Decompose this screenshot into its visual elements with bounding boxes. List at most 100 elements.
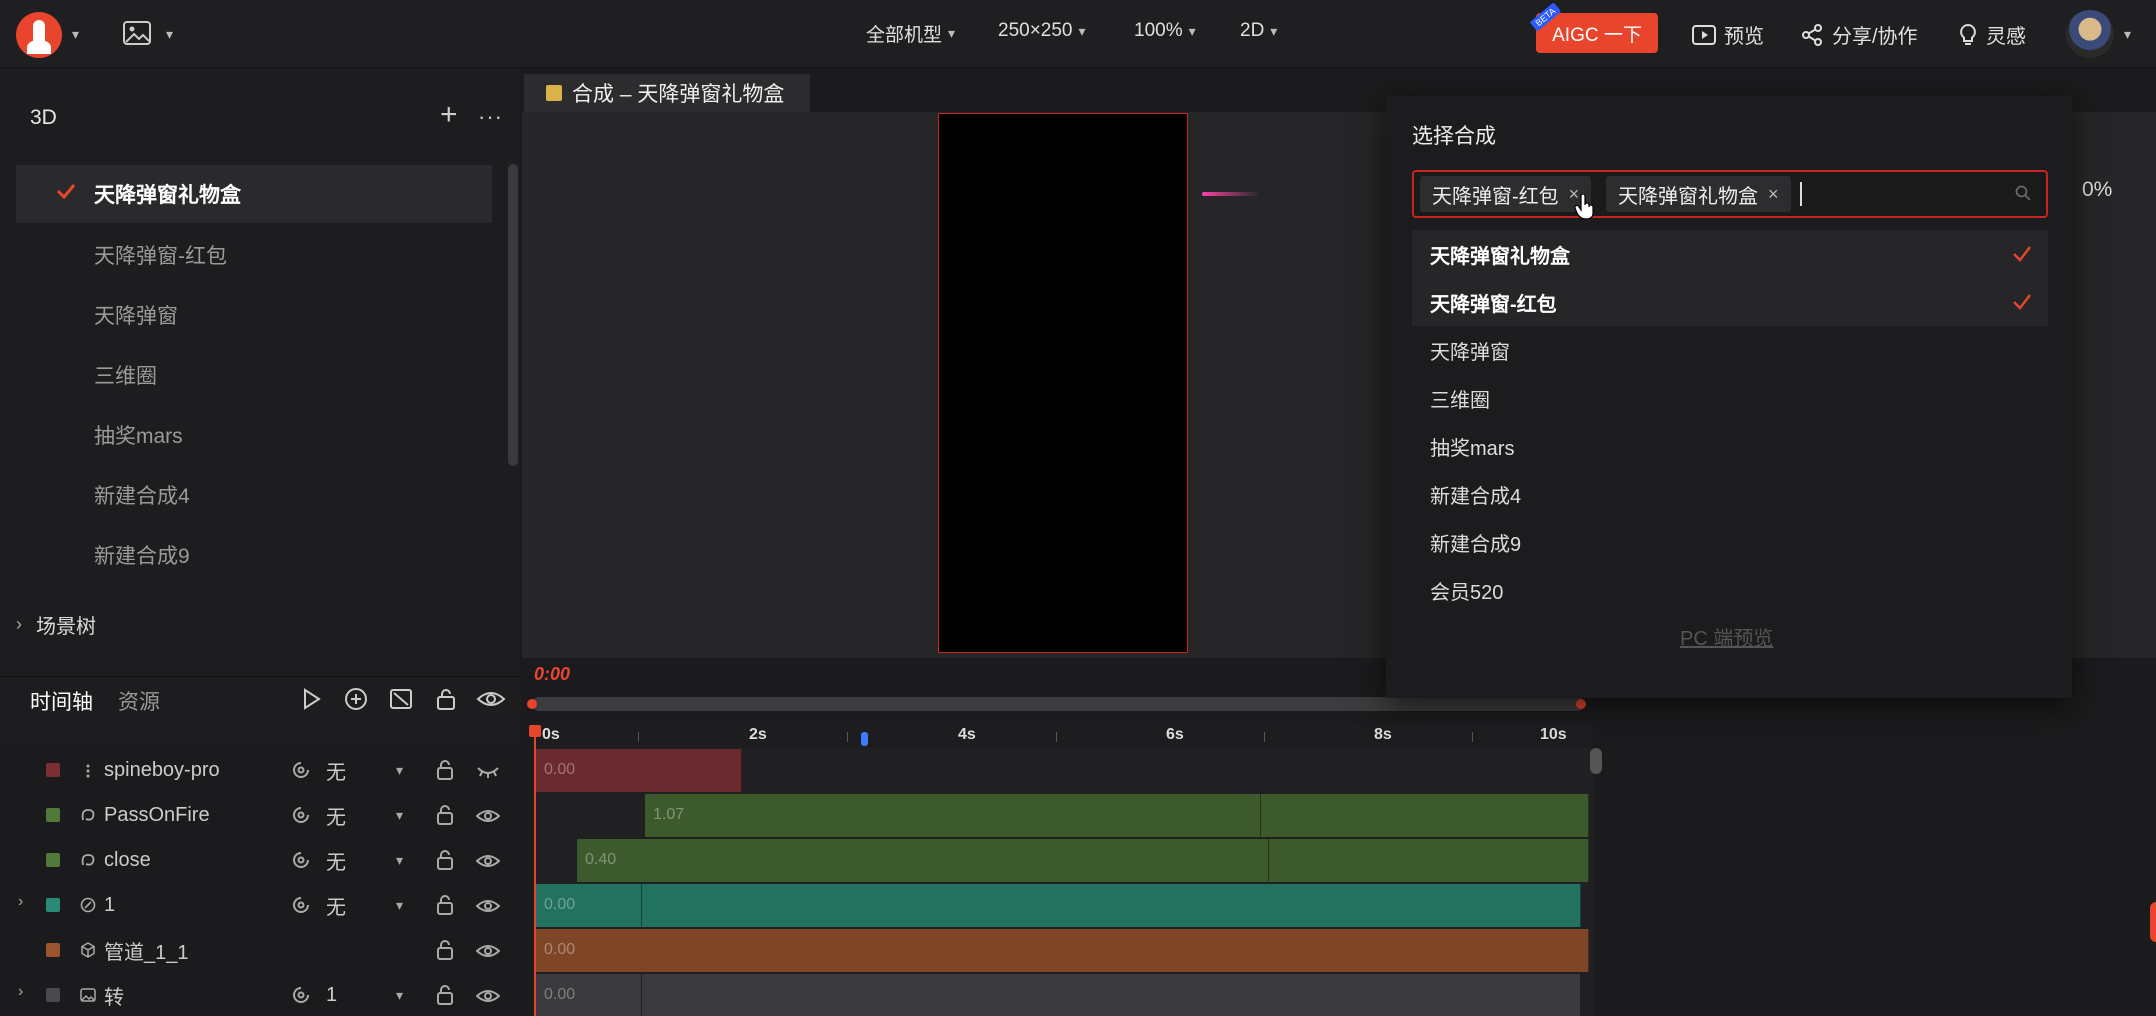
eye-icon[interactable]: [476, 942, 500, 960]
timeline-clip[interactable]: 0.00: [536, 929, 1589, 972]
chevron-down-icon: ▾: [1270, 22, 1278, 39]
chevron-down-icon[interactable]: ▾: [166, 26, 173, 43]
composition-option[interactable]: 新建合成4: [1412, 470, 2048, 518]
timeline-clip[interactable]: 1.07: [645, 794, 1261, 837]
chevron-down-icon[interactable]: ▾: [2124, 26, 2131, 43]
timeline-clip-tail[interactable]: [642, 884, 1581, 927]
lock-icon[interactable]: [433, 686, 459, 712]
timeline-clip-tail[interactable]: [1261, 794, 1589, 837]
chevron-down-icon[interactable]: ▾: [396, 897, 403, 914]
loop-icon: [293, 852, 309, 868]
time-scrubber[interactable]: [532, 697, 1584, 711]
playhead[interactable]: [534, 728, 536, 1016]
play-icon[interactable]: [298, 686, 324, 712]
play-box-icon: [1692, 24, 1716, 45]
tab-timeline[interactable]: 时间轴: [30, 686, 93, 716]
track-row[interactable]: › 转 1 ▾: [0, 973, 522, 1016]
stage-frame[interactable]: [938, 113, 1188, 653]
add-circle-icon[interactable]: [343, 686, 369, 712]
timeline-clip-tail[interactable]: [642, 974, 1581, 1016]
track-row[interactable]: spineboy-pro 无 ▾: [0, 748, 522, 793]
track-name: 管道_1_1: [104, 942, 189, 964]
composition-option[interactable]: 天降弹窗-红包: [1412, 278, 2048, 326]
chevron-down-icon[interactable]: ▾: [72, 26, 79, 43]
eye-closed-icon[interactable]: [476, 762, 500, 780]
pc-preview-link[interactable]: PC 端预览: [1680, 622, 1773, 651]
eye-icon[interactable]: [476, 987, 500, 1005]
track-row[interactable]: PassOnFire 无 ▾: [0, 793, 522, 838]
composition-tab[interactable]: 合成 – 天降弹窗礼物盒: [524, 74, 810, 112]
chevron-right-icon[interactable]: ›: [18, 983, 23, 1001]
composition-option[interactable]: 新建合成9: [1412, 518, 2048, 566]
selected-chip[interactable]: 天降弹窗-红包 ×: [1420, 176, 1592, 212]
tab-assets[interactable]: 资源: [118, 686, 160, 716]
avatar[interactable]: [2066, 10, 2114, 58]
eye-icon[interactable]: [476, 852, 500, 870]
zoom-menu[interactable]: 100% ▾: [1134, 20, 1196, 42]
composition-option[interactable]: 天降弹窗: [1412, 326, 2048, 374]
side-handle[interactable]: [2150, 902, 2156, 942]
aigc-button[interactable]: BETA AIGC 一下: [1529, 2, 1658, 53]
composition-item[interactable]: 天降弹窗礼物盒: [16, 165, 492, 223]
track-row[interactable]: close 无 ▾: [0, 838, 522, 883]
composition-item[interactable]: 天降弹窗: [16, 286, 492, 344]
lock-icon[interactable]: [436, 850, 454, 870]
add-icon[interactable]: +: [440, 100, 458, 130]
image-icon[interactable]: [122, 20, 152, 46]
time-ruler[interactable]: [534, 722, 1594, 748]
mode-menu[interactable]: 2D ▾: [1240, 20, 1277, 42]
eye-icon[interactable]: [476, 686, 506, 712]
composition-item[interactable]: 天降弹窗-红包: [16, 226, 492, 284]
loop-icon: [293, 762, 309, 778]
lock-icon[interactable]: [436, 805, 454, 825]
eye-icon[interactable]: [476, 807, 500, 825]
device-menu[interactable]: 全部机型 ▾: [866, 20, 955, 47]
timeline-scrollbar[interactable]: [1590, 748, 1602, 774]
timeline-clip[interactable]: 0.00: [536, 884, 642, 927]
search-icon[interactable]: [2014, 184, 2032, 202]
timeline-clip-tail[interactable]: [1269, 839, 1589, 882]
chevron-down-icon[interactable]: ▾: [396, 807, 403, 824]
scrub-end-handle[interactable]: [1576, 699, 1586, 709]
composition-scrollbar[interactable]: [508, 164, 518, 466]
lock-icon[interactable]: [436, 940, 454, 960]
composition-option[interactable]: 天降弹窗礼物盒: [1412, 230, 2048, 278]
preview-button[interactable]: 预览: [1692, 20, 1764, 49]
composition-option[interactable]: 三维圈: [1412, 374, 2048, 422]
track-row[interactable]: 管道_1_1: [0, 928, 522, 973]
particle-icon: [81, 854, 95, 866]
timeline-clip[interactable]: 0.00: [536, 974, 642, 1016]
inspiration-button[interactable]: 灵感: [1958, 20, 2026, 49]
composition-item[interactable]: 新建合成4: [16, 466, 492, 524]
track-mode: 1: [326, 984, 338, 1006]
track-row[interactable]: › 1 无 ▾: [0, 883, 522, 928]
selected-chip[interactable]: 天降弹窗礼物盒 ×: [1606, 176, 1791, 212]
scrub-start-handle[interactable]: [527, 699, 537, 709]
lock-icon[interactable]: [436, 760, 454, 780]
close-icon[interactable]: ×: [1768, 184, 1779, 205]
timeline-clip[interactable]: 0.00: [536, 749, 742, 792]
lock-icon[interactable]: [436, 895, 454, 915]
keyframe-marker[interactable]: [861, 732, 868, 746]
size-menu[interactable]: 250×250 ▾: [998, 20, 1086, 42]
share-button[interactable]: 分享/协作: [1800, 20, 1918, 49]
chevron-right-icon[interactable]: ›: [18, 893, 23, 911]
track-color-swatch: [46, 943, 60, 957]
app-logo[interactable]: [16, 12, 62, 58]
composition-label: 抽奖mars: [94, 425, 183, 448]
playhead-handle[interactable]: [529, 725, 541, 737]
eye-icon[interactable]: [476, 897, 500, 915]
lock-icon[interactable]: [436, 985, 454, 1005]
chevron-down-icon[interactable]: ▾: [396, 987, 403, 1004]
composition-item[interactable]: 三维圈: [16, 346, 492, 404]
scene-tree-toggle[interactable]: › 场景树: [16, 610, 96, 639]
chevron-down-icon[interactable]: ▾: [396, 762, 403, 779]
composition-item[interactable]: 新建合成9: [16, 526, 492, 584]
composition-option[interactable]: 抽奖mars: [1412, 422, 2048, 470]
chevron-down-icon[interactable]: ▾: [396, 852, 403, 869]
composition-option[interactable]: 会员520: [1412, 566, 2048, 614]
timeline-clip[interactable]: 0.40: [577, 839, 1269, 882]
composition-item[interactable]: 抽奖mars: [16, 406, 492, 464]
more-icon[interactable]: ···: [478, 104, 503, 130]
mask-icon[interactable]: [388, 686, 414, 712]
